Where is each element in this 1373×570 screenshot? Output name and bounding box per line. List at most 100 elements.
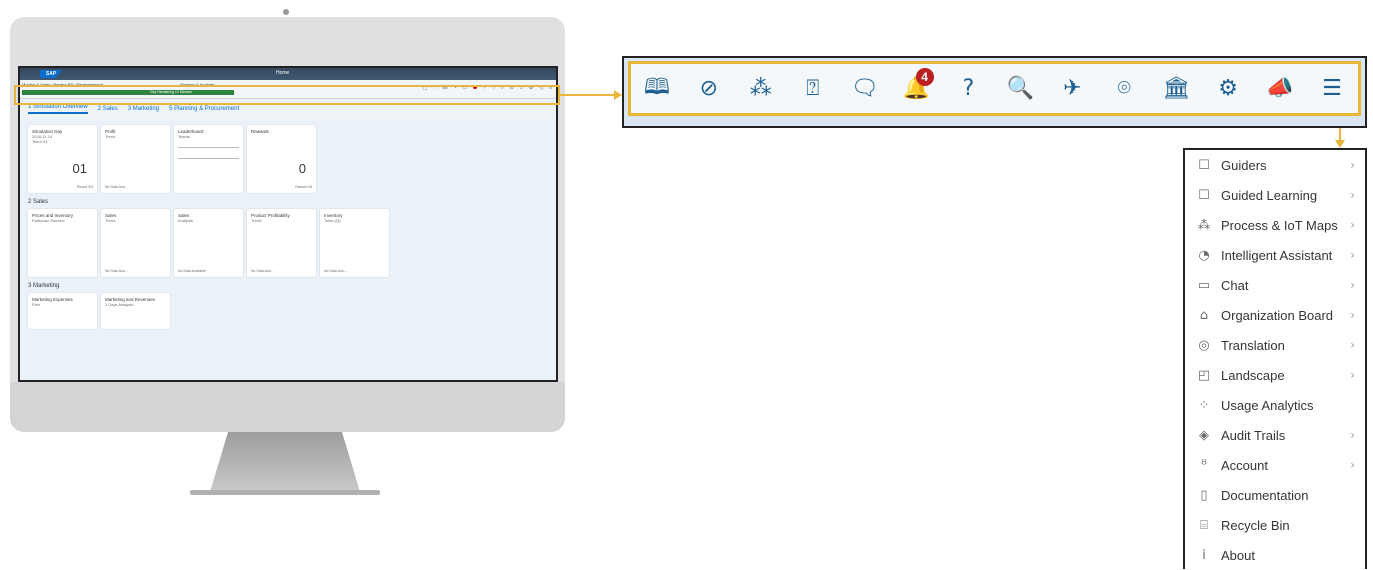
help-icon[interactable]: ? — [953, 74, 983, 104]
menu-item-usage-analytics[interactable]: ⁘ Usage Analytics — [1185, 390, 1365, 420]
tile-marketing-revenues[interactable]: Marketing and Revenues 3 Days Analysis — [101, 293, 170, 329]
tile-footer: No Data Ava... — [105, 185, 128, 189]
tile-sales-analysis[interactable]: Sales Analysis No Data Available — [174, 209, 243, 277]
shell-title: Home — [276, 70, 290, 76]
leaderboard-table — [178, 147, 239, 159]
tile-leaderboard[interactable]: Leaderboard Teams — [174, 125, 243, 193]
intelligent-assistant-icon[interactable]: ⍰ — [798, 74, 828, 104]
menu-item-label: Translation — [1221, 337, 1285, 353]
menu-item-label: Audit Trails — [1221, 427, 1286, 443]
tile-prices-inventory[interactable]: Prices and Inventory Particular Stocked — [28, 209, 97, 277]
menu-item-account[interactable]: ᴽ Account › — [1185, 450, 1365, 480]
process-maps-icon-glyph: ⁂ — [749, 76, 772, 101]
tile-subtitle: Team 03 — [32, 139, 48, 144]
chevron-right-icon: › — [1350, 188, 1355, 202]
search-icon[interactable]: 🔍 — [1005, 74, 1035, 104]
tile-footer: Ranked #3 — [295, 185, 312, 189]
tile-subtitle: Teams — [178, 134, 190, 139]
tile-inventory[interactable]: Inventory Totes (Q) No Data Ava... — [320, 209, 389, 277]
compass-icon[interactable]: ⊘ — [694, 74, 724, 104]
organization-icon-glyph: 🏛 — [1162, 76, 1191, 101]
tile-footer: No Data Ava... — [324, 269, 347, 273]
camera-dot — [283, 9, 289, 15]
tile-marketing-expenses[interactable]: Marketing Expenses Plan — [28, 293, 97, 329]
guided-learning-icon-glyph: 🕮 — [643, 74, 670, 100]
menu-item-label: Guiders — [1221, 157, 1267, 173]
feedback-icon-glyph: ✈ — [1063, 76, 1082, 101]
chevron-right-icon: › — [1350, 338, 1355, 352]
tile-product-profitability[interactable]: Product Profitability Trend No Data Ava.… — [247, 209, 316, 277]
chevron-right-icon: › — [1350, 458, 1355, 472]
documentation-icon: ▯ — [1200, 487, 1208, 503]
tile-subtitle: Trend — [105, 134, 116, 139]
menu-item-label: Guided Learning — [1221, 187, 1318, 203]
menu-item-process-iot-maps[interactable]: ⁂ Process & IoT Maps › — [1185, 210, 1365, 240]
tab-marketing[interactable]: 3 Marketing — [128, 106, 159, 112]
tile-footer: Round 3/3 — [76, 185, 93, 189]
menu-item-label: Account — [1221, 457, 1268, 473]
settings-icon[interactable]: ⚙ — [1213, 74, 1243, 104]
search-icon-glyph: 🔍 — [1006, 76, 1035, 101]
menu-item-about[interactable]: i About — [1185, 540, 1365, 570]
menu-item-intelligent-assistant[interactable]: ◔ Intelligent Assistant › — [1185, 240, 1365, 270]
process-maps-icon[interactable]: ⁂ — [746, 74, 776, 104]
menu-item-label: Process & IoT Maps — [1221, 217, 1338, 233]
tile-group-3: Marketing Expenses Plan Marketing and Re… — [20, 293, 556, 329]
monitor-foot — [190, 490, 380, 495]
chat-icon[interactable]: 🗨 — [850, 74, 880, 104]
tab-planning[interactable]: 5 Planning & Procurement — [169, 106, 239, 112]
account-icon: ᴽ — [1201, 457, 1207, 473]
usage-analytics-icon: ⁘ — [1198, 397, 1210, 413]
tile-profit[interactable]: Profit Trend No Data Ava... — [101, 125, 170, 193]
tile-subtitle: Trend — [251, 218, 262, 223]
menu-icon[interactable]: ☰ — [1317, 74, 1347, 104]
intelligent-assistant-icon: ◔ — [1198, 247, 1210, 263]
tab-sales[interactable]: 2 Sales — [98, 106, 118, 112]
chevron-right-icon: › — [1350, 368, 1355, 382]
shell-bar: SAP Home — [20, 68, 556, 80]
monitor-screen: SAP Home Monitor & Sales | Review P&L Re… — [18, 66, 558, 382]
menu-item-audit-trails[interactable]: ◈ Audit Trails › — [1185, 420, 1365, 450]
menu-item-label: Landscape — [1221, 367, 1285, 383]
menu-item-recycle-bin[interactable]: ⌸ Recycle Bin — [1185, 510, 1365, 540]
chevron-right-icon: › — [1350, 428, 1355, 442]
chevron-right-icon: › — [1350, 278, 1355, 292]
tile-simulation-day[interactable]: Simulation Day 2018-11-14 Team 03 01 Rou… — [28, 125, 97, 193]
menu-item-label: Usage Analytics — [1221, 397, 1314, 413]
tile-group-2: Prices and Inventory Particular Stocked … — [20, 209, 556, 277]
connector-arrow-icon — [614, 90, 622, 100]
chevron-right-icon: › — [1350, 158, 1355, 172]
section-title-marketing: 3 Marketing — [28, 283, 60, 289]
menu-item-organization-board[interactable]: ⌂ Organization Board › — [1185, 300, 1365, 330]
chat-icon-glyph: 🗨 — [850, 76, 879, 101]
tile-footer: No Data Ava... — [251, 269, 274, 273]
menu-item-guiders[interactable]: ☐ Guiders › — [1185, 150, 1365, 180]
intelligent-assistant-icon-glyph: ⍰ — [806, 76, 820, 101]
menu-item-label: Organization Board — [1221, 307, 1334, 323]
menu-item-label: Documentation — [1221, 487, 1309, 503]
menu-connector-arrow-icon — [1335, 140, 1345, 148]
tile-footer: No Data Ava... — [105, 269, 128, 273]
sap-logo[interactable]: SAP — [40, 70, 62, 78]
tile-subtitle: Totes (Q) — [324, 218, 341, 223]
tab-simulation-overview[interactable]: 1 Simulation Overview — [28, 104, 88, 114]
menu-item-label: Chat — [1221, 277, 1249, 293]
location-icon-glyph: ⌾ — [1117, 76, 1131, 101]
tile-rewards[interactable]: Rewards 0 Ranked #3 — [247, 125, 316, 193]
bell-icon[interactable]: 🔔 4 — [902, 67, 934, 104]
monitor-chin — [10, 382, 565, 432]
tile-title: Rewards — [251, 129, 269, 134]
announcement-icon[interactable]: 📣 — [1265, 74, 1295, 104]
menu-item-landscape[interactable]: ◰ Landscape › — [1185, 360, 1365, 390]
settings-icon-glyph: ⚙ — [1218, 76, 1238, 101]
menu-item-guided-learning[interactable]: ☐ Guided Learning › — [1185, 180, 1365, 210]
menu-item-documentation[interactable]: ▯ Documentation — [1185, 480, 1365, 510]
guided-learning-icon[interactable]: 🕮 — [642, 74, 672, 104]
menu-item-translation[interactable]: ◎ Translation › — [1185, 330, 1365, 360]
feedback-icon[interactable]: ✈ — [1057, 74, 1087, 104]
organization-icon[interactable]: 🏛 — [1161, 74, 1191, 104]
tile-sales-trend[interactable]: Sales Trend No Data Ava... — [101, 209, 170, 277]
menu-item-chat[interactable]: ▭ Chat › — [1185, 270, 1365, 300]
location-icon[interactable]: ⌾ — [1109, 74, 1139, 104]
translation-icon: ◎ — [1198, 337, 1210, 353]
